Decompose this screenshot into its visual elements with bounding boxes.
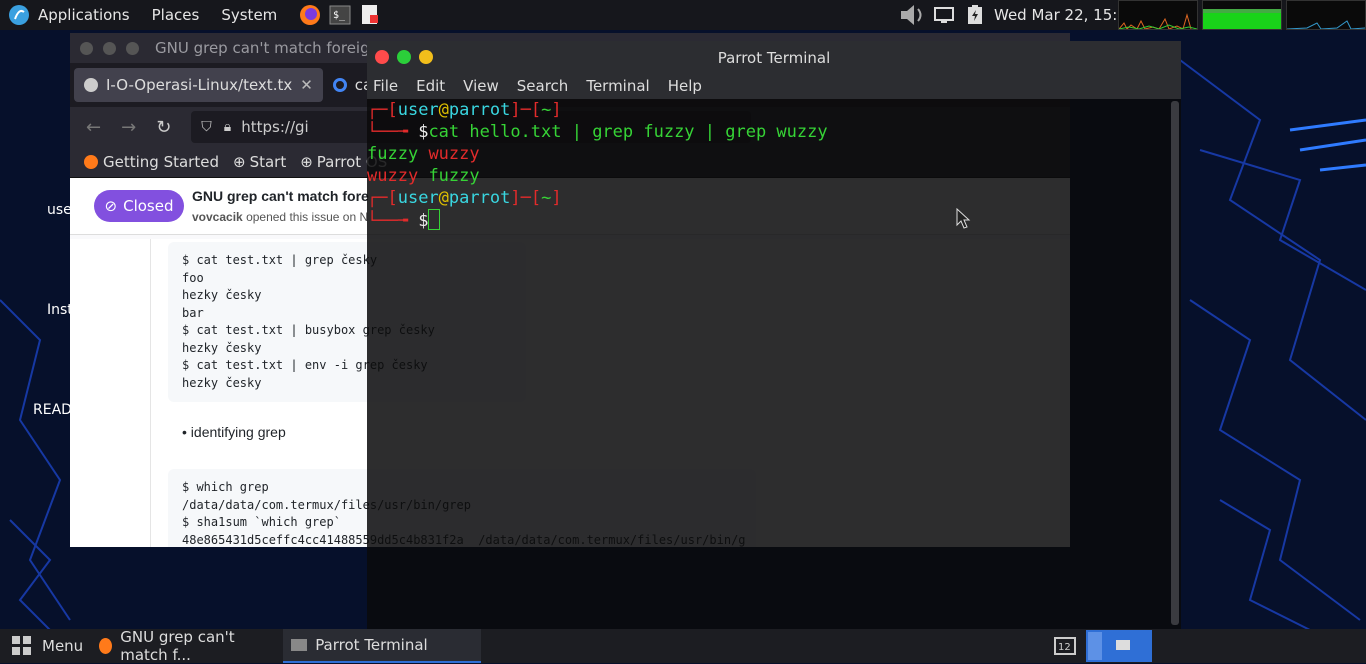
bookmark-getting-started[interactable]: Getting Started xyxy=(84,153,219,171)
check-circle-icon: ⊘ xyxy=(104,197,118,215)
output-match: fuzzy xyxy=(428,166,480,186)
terminal-icon xyxy=(291,639,308,651)
memory-monitor xyxy=(1202,0,1282,30)
issue-left-gutter xyxy=(70,239,151,547)
firefox-launcher-icon[interactable] xyxy=(299,4,321,26)
output-highlight: wuzzy xyxy=(367,166,419,186)
prompt-host: parrot xyxy=(448,100,511,120)
taskbar-item-firefox[interactable]: GNU grep can't match f... xyxy=(91,628,283,664)
prompt-line: ┌─[user@parrot]─[~] xyxy=(367,100,562,120)
text-editor-launcher-icon[interactable] xyxy=(359,4,381,26)
desktop-icon-label[interactable]: use xyxy=(47,202,72,218)
workspace-1[interactable] xyxy=(1088,632,1102,660)
menu-view[interactable]: View xyxy=(463,77,499,95)
menu-terminal[interactable]: Terminal xyxy=(586,77,649,95)
globe-icon: ⊕ xyxy=(232,153,246,171)
menu-label: Menu xyxy=(42,637,84,655)
battery-icon[interactable] xyxy=(964,4,986,26)
github-icon xyxy=(84,78,98,92)
taskbar-item-label: Parrot Terminal xyxy=(315,636,428,654)
menu-help[interactable]: Help xyxy=(668,77,702,95)
lock-icon: 🔒︎ xyxy=(223,119,232,135)
command-line: └──╼ $ xyxy=(367,209,1173,231)
issue-opened-text: opened this issue on N xyxy=(246,210,369,224)
menu-file[interactable]: File xyxy=(373,77,398,95)
bookmark-label: Start xyxy=(249,153,287,171)
desktop-icon-label[interactable]: Inst xyxy=(47,302,73,318)
terminal-window-title: Parrot Terminal xyxy=(717,49,831,67)
system-menu[interactable]: System xyxy=(221,6,277,24)
maximize-window-button[interactable] xyxy=(126,41,139,55)
bullet-item: • identifying grep xyxy=(182,424,286,440)
issue-status-label: Closed xyxy=(123,197,174,215)
url-text[interactable]: https://gi xyxy=(241,118,308,136)
bookmark-label: Getting Started xyxy=(103,153,219,171)
grid-icon xyxy=(12,636,32,656)
bookmark-start[interactable]: ⊕ Start xyxy=(233,153,286,171)
taskbar-item-terminal[interactable]: Parrot Terminal xyxy=(283,629,482,663)
volume-icon[interactable] xyxy=(898,2,926,28)
output-line: fuzzy wuzzy xyxy=(367,143,1173,165)
close-window-button[interactable] xyxy=(80,41,93,55)
cpu-monitor xyxy=(1118,0,1198,30)
window-thumbnail-icon xyxy=(1116,640,1130,650)
svg-text:12: 12 xyxy=(1058,642,1071,653)
minimize-window-button[interactable] xyxy=(103,41,116,55)
prompt-user: user xyxy=(397,100,439,120)
places-menu[interactable]: Places xyxy=(152,6,200,24)
prompt-dir: ~ xyxy=(541,188,552,208)
firefox-icon xyxy=(99,638,113,654)
text-cursor xyxy=(428,209,441,230)
output-highlight: wuzzy xyxy=(428,144,480,164)
prompt-at: @ xyxy=(438,188,449,208)
taskbar-item-label: GNU grep can't match f... xyxy=(120,628,235,664)
google-icon xyxy=(332,78,347,92)
desktop-icon-label[interactable]: READ xyxy=(33,402,72,418)
reload-icon[interactable]: ↻ xyxy=(156,117,171,138)
workspace-switcher[interactable] xyxy=(1086,630,1152,662)
output-match: fuzzy xyxy=(367,144,419,164)
bottom-taskbar: Menu GNU grep can't match f... Parrot Te… xyxy=(0,628,1366,664)
terminal-launcher-icon[interactable]: $_ xyxy=(329,4,351,26)
issue-meta: vovcacik opened this issue on N xyxy=(192,210,368,224)
tab-text-file[interactable]: I-O-Operasi-Linux/text.tx ✕ xyxy=(74,68,323,102)
mouse-pointer-icon xyxy=(956,208,971,229)
system-monitors xyxy=(1114,0,1366,30)
back-icon[interactable]: ← xyxy=(86,117,101,138)
prompt-at: @ xyxy=(438,100,449,120)
globe-icon: ⊕ xyxy=(300,153,313,171)
terminal-titlebar[interactable]: Parrot Terminal xyxy=(367,41,1181,73)
forward-icon[interactable]: → xyxy=(121,117,136,138)
command-line: └──╼ $cat hello.txt | grep fuzzy | grep … xyxy=(367,122,828,142)
tab-label: I-O-Operasi-Linux/text.tx xyxy=(106,76,293,94)
prompt-user: user xyxy=(397,188,439,208)
terminal-menubar: File Edit View Search Terminal Help xyxy=(367,73,1181,99)
issue-author[interactable]: vovcacik xyxy=(192,210,243,224)
terminal-scrollbar[interactable] xyxy=(1171,101,1179,625)
shield-icon[interactable]: ⛉ xyxy=(201,119,212,135)
keyboard-layout-icon[interactable]: 12 xyxy=(1054,635,1076,657)
prompt-line: ┌─[user@parrot]─[~] xyxy=(367,188,562,208)
menu-edit[interactable]: Edit xyxy=(416,77,445,95)
menu-search[interactable]: Search xyxy=(517,77,569,95)
bullet-text: identifying grep xyxy=(190,424,286,440)
firefox-icon xyxy=(84,155,98,169)
display-icon[interactable] xyxy=(933,4,955,26)
terminal-window[interactable]: Parrot Terminal File Edit View Search Te… xyxy=(367,41,1181,629)
top-panel: Applications Places System $_ Wed Mar 22… xyxy=(0,0,1366,30)
command-text: cat hello.txt | grep fuzzy | grep wuzzy xyxy=(428,122,828,142)
prompt-host: parrot xyxy=(448,188,511,208)
applications-menu[interactable]: Applications xyxy=(38,6,130,24)
prompt-dir: ~ xyxy=(541,100,552,120)
close-tab-icon[interactable]: ✕ xyxy=(300,76,313,94)
parrot-logo-icon[interactable] xyxy=(8,4,30,26)
output-line: wuzzy fuzzy xyxy=(367,165,1173,187)
issue-title: GNU grep can't match fore xyxy=(192,188,369,204)
issue-status-badge: ⊘ Closed xyxy=(94,190,184,222)
svg-text:$_: $_ xyxy=(333,10,346,21)
start-menu-button[interactable]: Menu xyxy=(0,629,91,663)
terminal-output[interactable]: ┌─[user@parrot]─[~] └──╼ $cat hello.txt … xyxy=(367,99,1173,629)
network-monitor xyxy=(1286,0,1366,30)
